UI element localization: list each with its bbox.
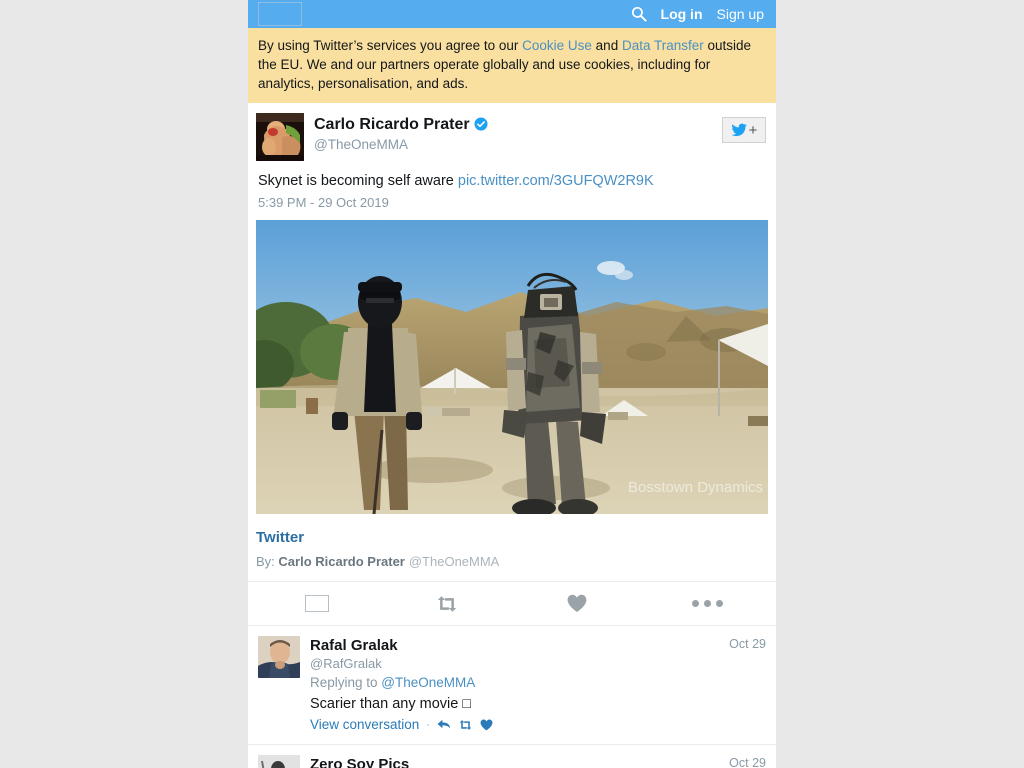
reply-date: Oct 29 [729,756,766,768]
tweet-body-text: Skynet is becoming self aware [258,173,458,189]
avatar[interactable] [258,636,300,678]
content-column: Log in Sign up By using Twitter’s servic… [248,0,776,768]
top-navigation-bar: Log in Sign up [248,0,776,28]
like-action[interactable] [512,594,642,613]
search-icon[interactable] [631,6,647,22]
twitter-logo-icon[interactable] [258,2,302,26]
heart-icon[interactable] [480,719,493,731]
reply-action-row: View conversation · [310,716,766,734]
replies-list: Rafal Gralak @RafGralak Replying to @The… [248,625,776,768]
plus-icon: + [748,121,758,139]
card-by-handle: @TheOneMMA [408,554,500,569]
svg-text:Bosstown Dynamics: Bosstown Dynamics [628,479,763,496]
cookie-consent-banner: By using Twitter’s services you agree to… [248,28,776,103]
tweet-action-bar [248,581,776,625]
signup-link[interactable]: Sign up [717,7,764,21]
tweet-media-link[interactable]: pic.twitter.com/3GUFQW2R9K [458,173,654,189]
nav-right-group: Log in Sign up [631,6,776,22]
retweet-action[interactable] [382,595,512,613]
reply-text: Scarier than any movie □ [310,696,472,712]
card-title-link[interactable]: Twitter [256,528,768,548]
reply-date: Oct 29 [729,637,766,651]
tweet-header: Carlo Ricardo Prater @TheOneMMA + [256,113,768,165]
reply-author-handle[interactable]: @RafGralak [310,655,766,672]
avatar[interactable] [258,755,300,768]
replying-to-handle[interactable]: @TheOneMMA [381,675,475,690]
card-byline: By: Carlo Ricardo Prater @TheOneMMA [256,553,768,571]
tweet-media-image[interactable]: Bosstown Dynamics Bosstown Dynamics [256,220,768,514]
author-names: Carlo Ricardo Prater @TheOneMMA [314,113,488,154]
data-transfer-link[interactable]: Data Transfer [622,38,704,53]
retweet-icon [435,595,459,613]
replying-to-label: Replying to [310,675,382,690]
verified-badge-icon [474,117,488,131]
cookie-use-link[interactable]: Cookie Use [522,38,592,53]
reply-body: Rafal Gralak @RafGralak Replying to @The… [310,636,766,734]
author-handle[interactable]: @TheOneMMA [314,136,488,154]
page-root: Log in Sign up By using Twitter’s servic… [0,0,1024,768]
tweet-timestamp[interactable]: 5:39 PM - 29 Oct 2019 [256,191,768,220]
list-item[interactable]: Zero Soy Pics @Zero01478478 Oct 29 [248,745,776,768]
reply-body: Zero Soy Pics @Zero01478478 [310,755,766,768]
view-conversation-link[interactable]: View conversation [310,716,419,734]
missing-glyph-box-icon [305,595,329,612]
card-by-label: By: [256,554,275,569]
retweet-icon[interactable] [458,719,473,731]
media-card-meta: Twitter By: Carlo Ricardo Prater @TheOneM… [248,514,776,581]
card-by-name: Carlo Ricardo Prater [278,554,405,569]
reply-author-name[interactable]: Rafal Gralak [310,636,766,655]
tweet-permalink: Carlo Ricardo Prater @TheOneMMA + Skynet… [248,103,776,220]
action-separator: · [426,719,430,731]
list-item[interactable]: Rafal Gralak @RafGralak Replying to @The… [248,626,776,745]
reply-author-name[interactable]: Zero Soy Pics [310,755,766,768]
tweet-text: Skynet is becoming self aware pic.twitte… [256,165,768,191]
twitter-bird-icon [731,123,747,137]
heart-icon [567,594,587,613]
reply-arrow-icon[interactable] [437,719,451,731]
reply-action[interactable] [252,595,382,612]
more-action[interactable] [642,600,772,607]
avatar[interactable] [256,113,304,161]
login-link[interactable]: Log in [661,7,703,21]
ellipsis-icon [691,600,723,607]
cookie-text-2: and [591,38,622,53]
replying-to-line: Replying to @TheOneMMA [310,673,766,693]
follow-button[interactable]: + [722,117,766,143]
cookie-text-1: By using Twitter’s services you agree to… [258,38,523,53]
author-name[interactable]: Carlo Ricardo Prater [314,116,470,133]
